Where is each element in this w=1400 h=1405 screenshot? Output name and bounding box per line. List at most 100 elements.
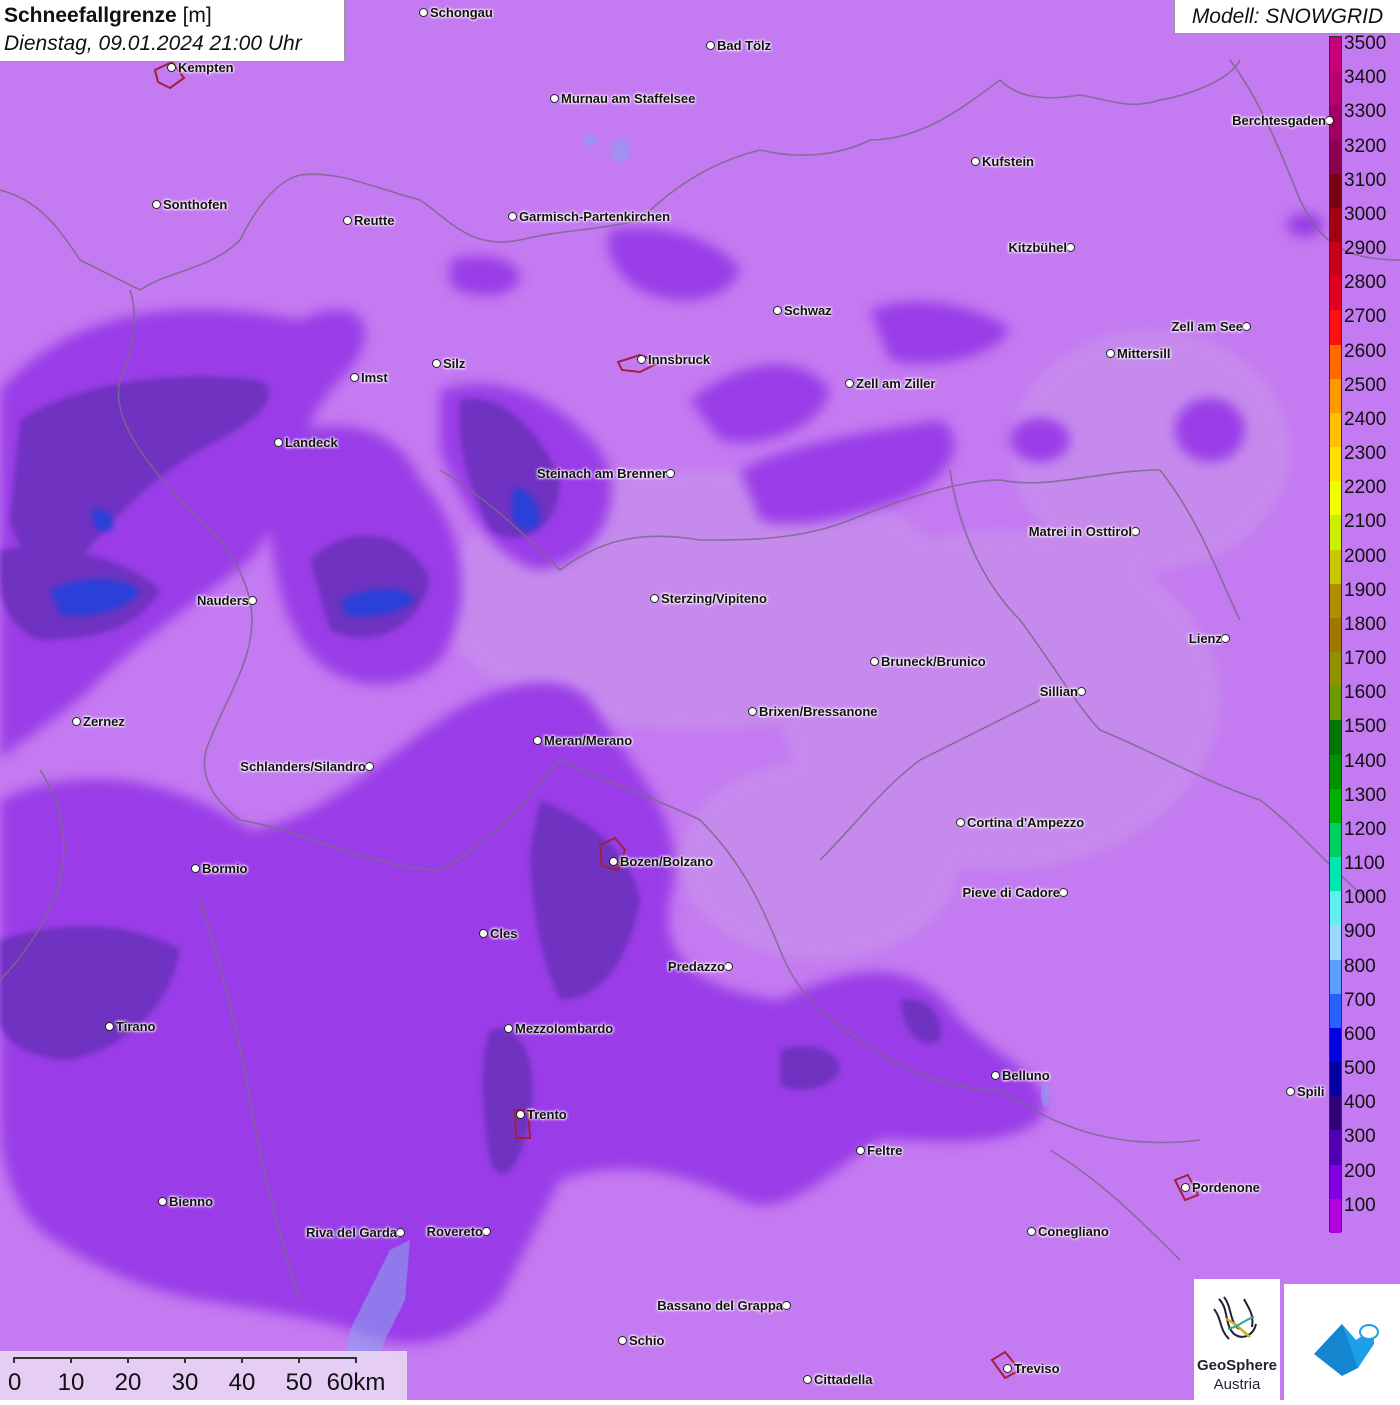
city-dot <box>72 717 81 726</box>
legend-label: 300 <box>1344 1126 1376 1148</box>
legend-colorbar <box>1329 36 1342 1234</box>
legend-label: 200 <box>1344 1160 1376 1182</box>
city-dot <box>1131 527 1140 536</box>
city-label: Rovereto <box>426 1224 483 1239</box>
city-dot <box>432 359 441 368</box>
city-dot <box>274 438 283 447</box>
city-label: Schlanders/Silandro <box>240 759 366 774</box>
legend-label: 2100 <box>1344 511 1387 533</box>
legend-color-swatch <box>1330 412 1341 448</box>
city-label: Schongau <box>430 5 493 20</box>
legend-color-swatch <box>1330 447 1341 482</box>
city-dot <box>637 355 646 364</box>
city-dot <box>343 216 352 225</box>
city-label: Bruneck/Brunico <box>881 654 986 669</box>
geosphere-name: GeoSphere <box>1196 1357 1278 1374</box>
snowfall-limit-map[interactable]: Schneefallgrenze [m] Dienstag, 09.01.202… <box>0 0 1400 1400</box>
legend-color-swatch <box>1330 788 1341 824</box>
city-label: Schwaz <box>784 303 832 318</box>
geosphere-country: Austria <box>1213 1376 1261 1393</box>
legend-label: 3100 <box>1344 169 1387 191</box>
legend-color-swatch <box>1330 891 1341 926</box>
city-dot <box>508 212 517 221</box>
legend-label: 1800 <box>1344 613 1387 635</box>
legend-color-swatch <box>1330 1130 1341 1166</box>
city-dot <box>158 1197 167 1206</box>
legend-color-swatch <box>1330 344 1341 380</box>
legend-color-swatch <box>1330 959 1341 995</box>
city-dot <box>1221 634 1230 643</box>
scale-tick <box>70 1357 72 1363</box>
legend-color-swatch <box>1330 242 1341 277</box>
city-dot <box>350 373 359 382</box>
scale-label: 0 <box>8 1369 22 1396</box>
city-label: Belluno <box>1002 1068 1050 1083</box>
legend-label: 2500 <box>1344 374 1387 396</box>
city-label: Pieve di Cadore <box>962 885 1060 900</box>
city-dot <box>748 707 757 716</box>
city-label: Predazzo <box>667 959 725 974</box>
city-dot <box>1077 687 1086 696</box>
city-dot <box>956 818 965 827</box>
legend-label: 500 <box>1344 1058 1376 1080</box>
city-dot <box>650 594 659 603</box>
city-dot <box>504 1024 513 1033</box>
legend-color-swatch <box>1330 1027 1341 1063</box>
geosphere-emblem-icon <box>1213 1296 1257 1340</box>
legend-label: 2700 <box>1344 306 1387 328</box>
legend-color-swatch <box>1330 515 1341 551</box>
city-label: Kempten <box>178 60 234 75</box>
scale-tick <box>184 1357 186 1363</box>
legend-color-swatch <box>1330 37 1341 72</box>
city-dot <box>1059 888 1068 897</box>
legend-color-swatch <box>1330 71 1341 106</box>
city-dot <box>167 63 176 72</box>
city-dot <box>533 736 542 745</box>
city-label: Trento <box>527 1107 567 1122</box>
legend-label: 1600 <box>1344 682 1387 704</box>
city-dot <box>782 1301 791 1310</box>
city-dot <box>482 1227 491 1236</box>
city-label: Bassano del Grappa <box>657 1298 783 1313</box>
city-dot <box>479 929 488 938</box>
legend-label: 1700 <box>1344 648 1387 670</box>
city-dot <box>724 962 733 971</box>
city-label: Steinach am Brenner <box>536 466 667 481</box>
scale-label: 60km <box>326 1369 386 1396</box>
legend-label: 2600 <box>1344 340 1387 362</box>
scale-label: 20 <box>114 1369 142 1396</box>
scale-tick <box>355 1357 357 1363</box>
legend-label: 2900 <box>1344 238 1387 260</box>
legend-label: 3300 <box>1344 101 1387 123</box>
model-label: Modell: SNOWGRID <box>1174 0 1400 34</box>
legend-label: 1100 <box>1344 853 1385 875</box>
city-dot <box>105 1022 114 1031</box>
city-label: Mittersill <box>1117 346 1171 361</box>
app-logo[interactable] <box>1284 1284 1400 1400</box>
legend-label: 1200 <box>1344 818 1387 840</box>
city-label: Nauders <box>196 593 249 608</box>
legend-label: 600 <box>1344 1023 1376 1045</box>
city-label: Zell am See <box>1171 319 1243 334</box>
legend-label: 3400 <box>1344 67 1387 89</box>
city-dot <box>1003 1364 1012 1373</box>
title-main: Schneefallgrenze <box>4 4 177 27</box>
city-dot <box>1325 116 1334 125</box>
city-dot <box>803 1375 812 1384</box>
legend-label: 1300 <box>1344 784 1387 806</box>
city-dot <box>773 306 782 315</box>
city-label: Pordenone <box>1192 1180 1260 1195</box>
city-label: Brixen/Bressanone <box>759 704 878 719</box>
city-label: Imst <box>361 370 388 385</box>
scale-label: 10 <box>57 1369 85 1396</box>
geosphere-logo[interactable]: GeoSphere Austria <box>1194 1279 1280 1400</box>
city-dot <box>419 8 428 17</box>
scale-label: 40 <box>228 1369 256 1396</box>
city-dot <box>618 1336 627 1345</box>
city-label: Bienno <box>169 1194 214 1209</box>
city-dot <box>971 157 980 166</box>
city-dot <box>1106 349 1115 358</box>
legend-label: 2200 <box>1344 477 1387 499</box>
city-dot <box>248 596 257 605</box>
city-label: Meran/Merano <box>544 733 633 748</box>
